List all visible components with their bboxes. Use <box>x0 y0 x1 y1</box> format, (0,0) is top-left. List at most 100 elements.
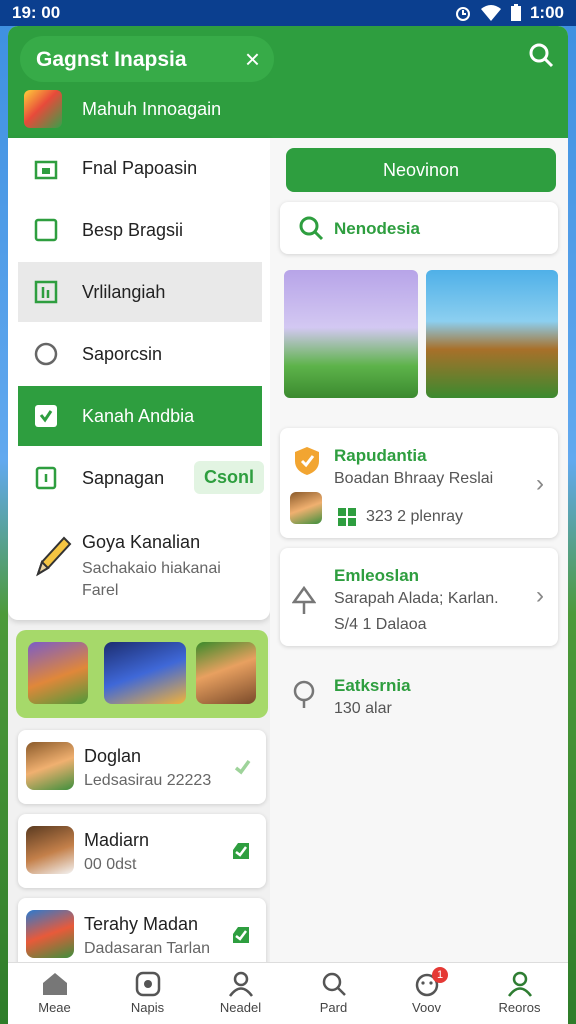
menu-item-label: Kanah Andbia <box>82 406 195 426</box>
pencil-item-subtitle: Sachakaio hiakanai Farel <box>82 560 221 599</box>
shield-icon <box>295 447 319 475</box>
game-subtitle: Ledsasirau 22223 <box>84 772 212 789</box>
game-card-1[interactable]: Doglan Ledsasirau 22223 <box>18 730 266 804</box>
search-card[interactable]: Nenodesia <box>280 202 558 254</box>
info-card-title: Rapudantia <box>334 446 427 465</box>
game-card-2[interactable]: Madiarn 00 0dst <box>18 814 266 888</box>
alarm-icon <box>455 7 470 21</box>
app-bar: Gagnst Inapsia × Mahuh Innoagain <box>8 26 568 138</box>
info-card-3[interactable]: Eatksrnia 130 alar <box>280 658 558 736</box>
check-icon[interactable] <box>230 924 252 946</box>
left-column: Fnal Papoasin Besp Bragsii Vrlilangiah S… <box>8 138 270 1024</box>
game-banner[interactable] <box>16 630 268 718</box>
banner-thumb-1[interactable] <box>28 642 88 704</box>
search-text: Gagnst Inapsia <box>36 48 187 71</box>
side-menu: Fnal Papoasin Besp Bragsii Vrlilangiah S… <box>8 138 270 620</box>
game-title: Terahy Madan <box>84 914 199 934</box>
search-icon <box>299 216 324 241</box>
balloon-icon <box>293 680 315 708</box>
wifi-icon <box>480 5 501 21</box>
apps-icon <box>135 971 160 997</box>
game-title: Madiarn <box>84 830 150 850</box>
menu-item-label: Vrlilangiah <box>82 282 166 302</box>
tab-label: Voov <box>412 1000 441 1015</box>
search-icon <box>322 972 346 996</box>
status-icons: 1:00 <box>454 3 564 23</box>
home-icon <box>42 973 67 995</box>
search-card-label: Nenodesia <box>334 219 420 238</box>
app-name: Mahuh Innoagain <box>82 99 222 119</box>
menu-item-1[interactable]: Fnal Papoasin <box>8 138 270 198</box>
store-icon <box>34 160 58 180</box>
info-card-line2: S/4 1 Dalaoa <box>334 616 427 633</box>
menu-item-label: Fnal Papoasin <box>82 158 198 178</box>
notification-badge: 1 <box>432 967 448 983</box>
info-card-title: Eatksrnia <box>334 676 411 695</box>
app-logo <box>24 90 62 128</box>
status-bar: 19: 00 1:00 <box>0 0 576 26</box>
check-icon[interactable] <box>232 756 252 776</box>
circle-icon <box>34 342 58 366</box>
app-window: Gagnst Inapsia × Mahuh Innoagain Fnal Pa… <box>8 26 568 1024</box>
tab-profile[interactable]: Neadel <box>194 963 287 1024</box>
game-subtitle: 00 0dst <box>84 856 137 873</box>
bottom-navigation: Meae Napis Neadel Pard 1 Voov Reoros <box>8 962 568 1024</box>
avatar <box>26 742 74 790</box>
menu-item-2[interactable]: Besp Bragsii <box>8 200 270 260</box>
info-card-line1: Boadan Bhraay Reslai <box>334 470 494 487</box>
battery-icon <box>510 4 521 21</box>
tab-apps[interactable]: Napis <box>101 963 194 1024</box>
user-icon <box>507 971 532 997</box>
close-icon[interactable]: × <box>245 44 260 75</box>
menu-item-label: Saporcsin <box>82 344 163 364</box>
tab-search[interactable]: Pard <box>287 963 380 1024</box>
menu-item-pencil[interactable]: Goya Kanalian Sachakaio hiakanai Farel <box>8 510 270 618</box>
tab-face[interactable]: 1 Voov <box>380 963 473 1024</box>
info-card-line2: 323 2 plenray <box>366 508 463 525</box>
search-icon[interactable] <box>528 42 554 68</box>
info-card-line1: 130 alar <box>334 700 392 717</box>
tab-label: Meae <box>38 1000 71 1015</box>
game-card-3[interactable]: Terahy Madan Dadasaran Tarlan <box>18 898 266 972</box>
profile-icon <box>228 971 253 997</box>
tab-label: Napis <box>130 1000 165 1015</box>
banner-thumb-3[interactable] <box>196 642 256 704</box>
tab-user[interactable]: Reoros <box>473 963 566 1024</box>
menu-item-3[interactable]: Vrlilangiah <box>18 262 262 322</box>
info-card-2[interactable]: Emleoslan Sarapah Alada; Karlan. S/4 1 D… <box>280 548 558 646</box>
info-card-line1: Sarapah Alada; Karlan. <box>334 590 499 607</box>
avatar <box>26 910 74 958</box>
chevron-right-icon[interactable]: › <box>536 470 544 498</box>
status-clock: 1:00 <box>529 3 564 22</box>
menu-item-5[interactable]: Kanah Andbia <box>18 386 262 446</box>
pencil-icon <box>36 536 72 577</box>
game-subtitle: Dadasaran Tarlan <box>84 940 211 957</box>
chevron-right-icon[interactable]: › <box>536 582 544 610</box>
menu-item-label: Sapnagan <box>82 468 165 488</box>
tab-home[interactable]: Meae <box>8 963 101 1024</box>
square-icon <box>34 218 58 242</box>
tab-label: Neadel <box>219 1000 262 1015</box>
search-pill[interactable]: Gagnst Inapsia × <box>20 36 274 82</box>
menu-badge[interactable]: Csonl <box>193 461 264 494</box>
doc-icon <box>35 466 57 490</box>
status-time: 19: 00 <box>12 3 61 22</box>
pencil-item-title: Goya Kanalian <box>82 532 201 552</box>
menu-item-label: Besp Bragsii <box>82 220 184 240</box>
menu-item-6[interactable]: Sapnagan Csonl <box>8 448 270 508</box>
game-image-1[interactable] <box>284 270 418 398</box>
avatar <box>26 826 74 874</box>
tab-label: Pard <box>319 1000 348 1015</box>
check-icon[interactable] <box>230 840 252 862</box>
shield-check-icon <box>35 405 57 427</box>
menu-item-4[interactable]: Saporcsin <box>8 324 270 384</box>
game-image-2[interactable] <box>426 270 558 398</box>
right-column: Neovinon Nenodesia Rapudantia Boadan Bhr… <box>270 138 568 1024</box>
avatar <box>290 492 322 524</box>
banner-thumb-2[interactable] <box>104 642 186 704</box>
bars-icon <box>34 280 58 304</box>
navigation-button[interactable]: Neovinon <box>286 148 556 192</box>
tab-label: Reoros <box>498 1000 541 1015</box>
info-card-1[interactable]: Rapudantia Boadan Bhraay Reslai 323 2 pl… <box>280 428 558 538</box>
pin-icon <box>292 586 316 614</box>
